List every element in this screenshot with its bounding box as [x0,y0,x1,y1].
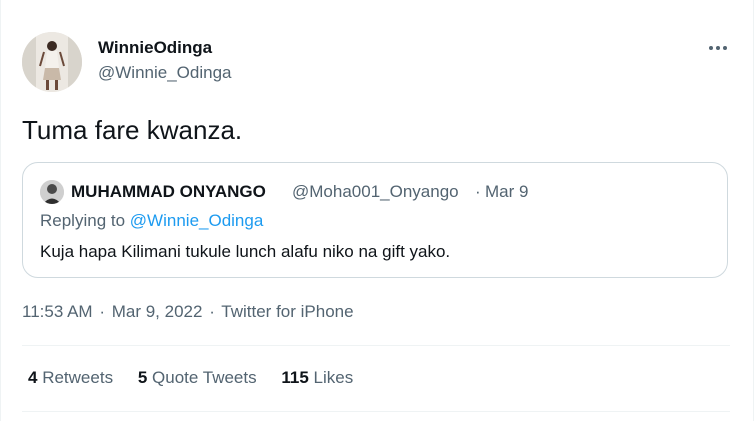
tweet-stats: 4 Retweets 5 Quote Tweets 115 Likes [28,368,373,388]
more-options-button[interactable] [704,36,732,60]
quoted-author-avatar [40,180,64,204]
quoted-author-handle: @Moha001_Onyango [292,182,459,201]
stats-top-divider [22,345,730,346]
tweet-source[interactable]: Twitter for iPhone [221,302,353,321]
quote-tweets-stat[interactable]: 5 Quote Tweets [138,368,257,388]
quoted-separator: · [475,182,481,201]
retweets-count: 4 [28,368,38,387]
quote-tweets-label: Quote Tweets [152,368,257,387]
tweet-date[interactable]: Mar 9, 2022 [112,302,203,321]
likes-count: 115 [281,368,309,387]
quoted-author-name: MUHAMMAD ONYANGO [71,182,266,201]
tweet-time[interactable]: 11:53 AM [22,302,93,321]
likes-stat[interactable]: 115 Likes [281,368,353,388]
replying-to-line: Replying to @Winnie_Odinga [40,211,263,231]
author-display-name[interactable]: WinnieOdinga [98,38,212,58]
retweets-stat[interactable]: 4 Retweets [28,368,113,388]
author-avatar[interactable] [22,32,82,92]
tweet-text: Tuma fare kwanza. [22,115,243,145]
meta-separator: · [99,302,105,321]
quote-tweets-count: 5 [137,368,148,387]
quoted-tweet-text: Kuja hapa Kilimani tukule lunch alafu ni… [40,242,451,261]
quoted-date: Mar 9 [485,182,529,201]
replying-to-prefix: Replying to [40,211,126,230]
quoted-tweet-card[interactable]: MUHAMMAD ONYANGO @Moha001_Onyango · Mar … [22,162,728,278]
likes-label: Likes [313,368,354,387]
author-handle[interactable]: @Winnie_Odinga [98,63,232,83]
more-horizontal-icon [709,46,727,50]
retweets-label: Retweets [42,368,114,387]
meta-separator: · [209,302,215,321]
tweet-meta: 11:53 AM · Mar 9, 2022 · Twitter for iPh… [22,302,354,322]
replying-to-handle[interactable]: @Winnie_Odinga [130,211,264,230]
frame-left-border [0,0,1,421]
stats-bottom-divider [22,411,730,412]
